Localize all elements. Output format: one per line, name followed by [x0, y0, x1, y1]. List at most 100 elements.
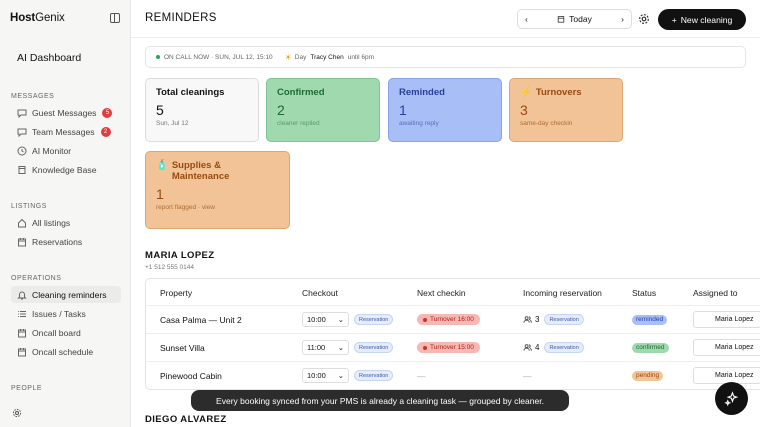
- stat-card-supplies[interactable]: 🧴 Supplies & Maintenance 1 report flagge…: [145, 151, 290, 229]
- column-header[interactable]: Next checkin: [417, 279, 466, 306]
- ai-assistant-button[interactable]: [715, 382, 748, 415]
- sidebar-item-reservations[interactable]: Reservations: [11, 233, 121, 250]
- table-row[interactable]: Sunset Villa 11:00 ⌄ Reservation Turnover…: [146, 333, 760, 360]
- checkout-cell: 11:00 ⌄ Reservation: [302, 334, 394, 361]
- chevron-down-icon: ⌄: [337, 315, 344, 324]
- users-icon: [523, 344, 532, 351]
- stat-card-reminded[interactable]: Reminded 1 awaiting reply: [388, 78, 502, 142]
- calendar-icon: [17, 328, 27, 338]
- column-header[interactable]: Status: [632, 279, 656, 306]
- unread-badge: 5: [102, 107, 113, 118]
- unread-badge: 2: [100, 126, 111, 137]
- sidebar-item-issues-tasks[interactable]: Issues / Tasks: [11, 305, 121, 322]
- sun-icon: ☀: [284, 52, 292, 62]
- section-label-people: PEOPLE: [11, 385, 43, 392]
- assignee-select[interactable]: Maria Lopez: [693, 339, 760, 356]
- sidebar-item-oncall-board[interactable]: Oncall board: [11, 324, 121, 341]
- assignee-select[interactable]: Maria Lopez: [693, 367, 760, 384]
- incoming-cell: 3 Reservation: [523, 306, 584, 333]
- sidebar-item-label: Reservations: [32, 236, 83, 247]
- sidebar-item-all-listings[interactable]: All listings: [11, 214, 121, 231]
- card-title: Total cleanings: [156, 87, 225, 98]
- chat-icon: [17, 108, 27, 118]
- sidebar-item-label: AI Monitor: [32, 145, 72, 156]
- checkout-time-select[interactable]: 10:00 ⌄: [302, 368, 349, 383]
- reservation-tag[interactable]: Reservation: [544, 314, 584, 325]
- date-navigator: ‹ Today ›: [517, 9, 632, 29]
- sidebar-item-guest-messages[interactable]: Guest Messages 5: [11, 104, 121, 121]
- calendar-icon: [557, 16, 565, 23]
- card-value: 1: [399, 102, 407, 118]
- plus-icon: +: [671, 14, 677, 25]
- sparkle-icon: [724, 391, 739, 406]
- sidebar-item-knowledge-base[interactable]: Knowledge Base: [11, 161, 121, 178]
- status-badge: confirmed: [632, 342, 669, 353]
- reservation-tag[interactable]: Reservation: [544, 342, 584, 353]
- section-label-listings: LISTINGS: [11, 203, 47, 210]
- status-dot-icon: [156, 55, 160, 59]
- column-header[interactable]: Assigned to: [693, 279, 737, 306]
- card-subtitle: same-day checkin: [520, 120, 573, 127]
- card-title: Reminded: [399, 87, 445, 98]
- sidebar-item-oncall-schedule[interactable]: Oncall schedule: [11, 343, 121, 360]
- bell-icon: [17, 290, 27, 300]
- table-row[interactable]: Casa Palma — Unit 2 10:00 ⌄ Reservation T…: [146, 305, 760, 332]
- stat-card-total[interactable]: Total cleanings 5 Sun, Jul 12: [145, 78, 259, 142]
- spray-bottle-icon: 🧴: [156, 160, 168, 171]
- sidebar-item-label: Team Messages: [32, 126, 95, 137]
- column-header[interactable]: Incoming reservation: [523, 279, 602, 306]
- sidebar-item-team-messages[interactable]: Team Messages 2: [11, 123, 121, 140]
- sidebar-item-ai-monitor[interactable]: AI Monitor: [11, 142, 121, 159]
- book-icon: [17, 165, 27, 175]
- column-header[interactable]: Checkout: [302, 279, 338, 306]
- next-checkin-cell: Turnover 15:00: [417, 334, 480, 361]
- card-value: 3: [520, 102, 528, 118]
- sidebar-item-label: All listings: [32, 217, 71, 228]
- checkout-cell: 10:00 ⌄ Reservation: [302, 362, 394, 389]
- reservation-tag[interactable]: Reservation: [354, 342, 394, 353]
- brand-logo[interactable]: HostGenix: [10, 12, 65, 24]
- card-value: 2: [277, 102, 285, 118]
- checkout-time-select[interactable]: 11:00 ⌄: [302, 340, 349, 355]
- assignee-select[interactable]: Maria Lopez: [693, 311, 760, 328]
- property-name: Casa Palma — Unit 2: [160, 314, 242, 325]
- header-divider: [131, 37, 760, 38]
- new-cleaning-button[interactable]: + New cleaning: [658, 9, 746, 30]
- cleaner-phone[interactable]: +1 512 555 0144: [145, 264, 194, 271]
- guest-count: 3: [523, 315, 539, 324]
- status-badge: pending: [632, 370, 664, 381]
- checkout-time-select[interactable]: 10:00 ⌄: [302, 312, 349, 327]
- oncall-person[interactable]: Tracy Chen: [310, 54, 343, 61]
- chevron-left-icon[interactable]: ‹: [525, 14, 528, 24]
- incoming-cell: 4 Reservation: [523, 334, 584, 361]
- stat-card-turnovers[interactable]: ⚡ Turnovers 3 same-day checkin: [509, 78, 623, 142]
- next-checkin-cell: Turnover 16:00: [417, 306, 480, 333]
- card-value: 5: [156, 102, 164, 118]
- section-label-messages: MESSAGES: [11, 93, 55, 100]
- calendar-icon: [17, 347, 27, 357]
- chevron-right-icon[interactable]: ›: [621, 14, 624, 24]
- list-icon: [17, 309, 27, 319]
- sidebar-item-cleaning-reminders[interactable]: Cleaning reminders: [11, 286, 121, 303]
- clock-icon: [17, 146, 27, 156]
- turnover-badge: Turnover 16:00: [417, 314, 480, 325]
- card-subtitle: Sun, Jul 12: [156, 120, 189, 127]
- table-row[interactable]: Pinewood Cabin 10:00 ⌄ Reservation — — pe…: [146, 361, 760, 388]
- users-icon: [523, 316, 532, 323]
- settings-gear-icon[interactable]: [638, 12, 650, 24]
- today-button[interactable]: Today: [557, 14, 592, 24]
- sidebar-collapse-icon[interactable]: [110, 13, 120, 23]
- sidebar-item-label: Issues / Tasks: [32, 308, 86, 319]
- chevron-down-icon: ⌄: [337, 343, 344, 352]
- reservation-tag[interactable]: Reservation: [354, 370, 394, 381]
- cleaning-table: Property Checkout Next checkin Incoming …: [145, 278, 760, 390]
- turnover-badge: Turnover 15:00: [417, 342, 480, 353]
- stat-card-confirmed[interactable]: Confirmed 2 cleaner replied: [266, 78, 380, 142]
- card-subtitle: awaiting reply: [399, 120, 439, 127]
- sidebar-item-label: Knowledge Base: [32, 164, 97, 175]
- reservation-tag[interactable]: Reservation: [354, 314, 394, 325]
- column-header[interactable]: Property: [160, 279, 192, 306]
- sidebar-item-ai-dashboard[interactable]: AI Dashboard: [17, 52, 81, 64]
- gear-icon[interactable]: [12, 405, 22, 418]
- home-icon: [17, 218, 27, 228]
